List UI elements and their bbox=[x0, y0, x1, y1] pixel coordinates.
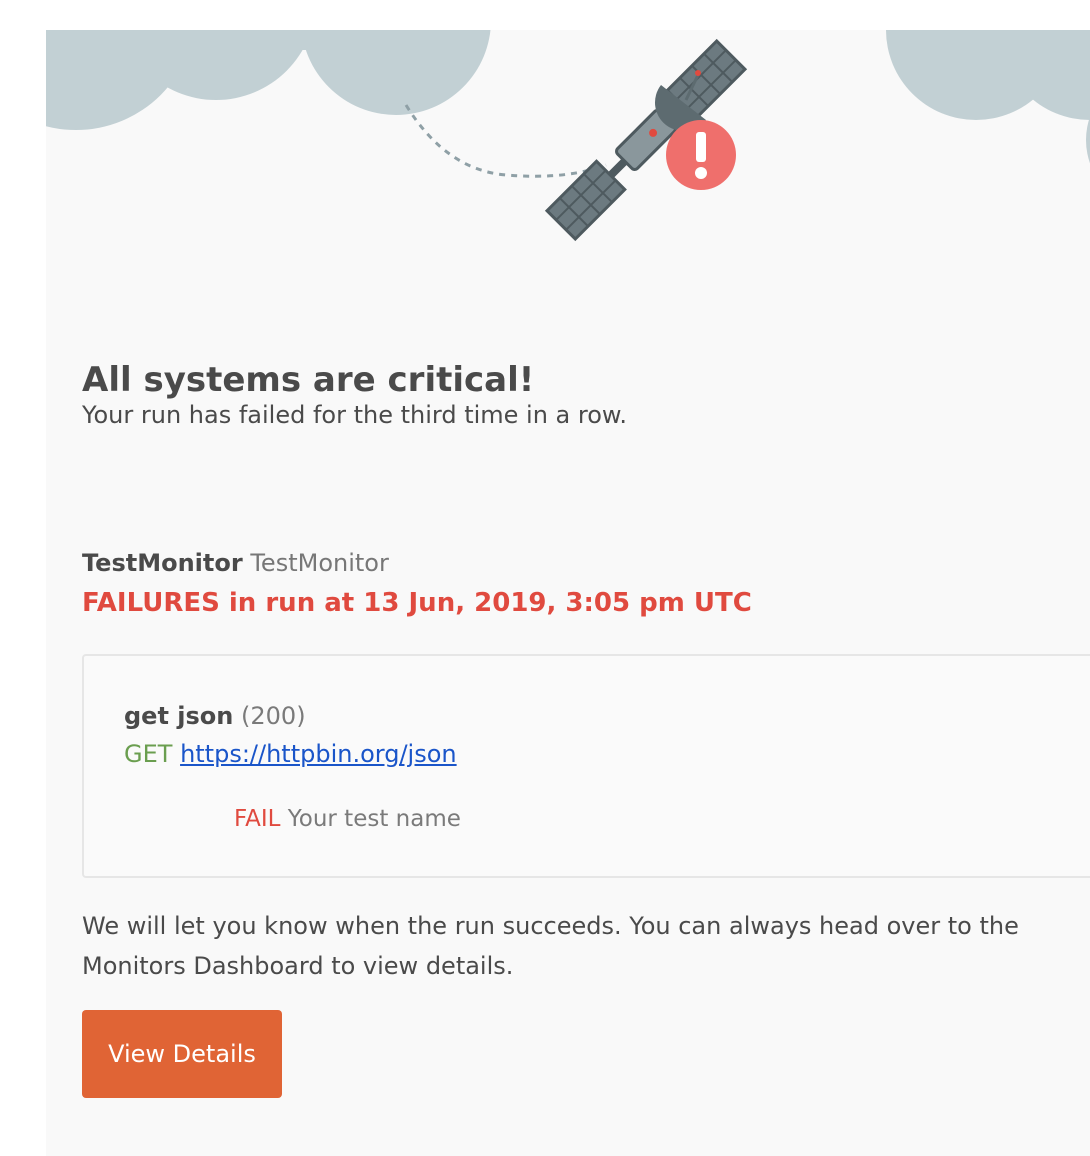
orbit-path bbox=[404, 104, 607, 178]
assertion-name: Your test name bbox=[287, 806, 461, 832]
alert-subline: Your run has failed for the third time i… bbox=[82, 401, 627, 429]
monitor-name: TestMonitor bbox=[82, 549, 243, 577]
request-status-code: (200) bbox=[241, 702, 306, 730]
footer-line-1: We will let you know when the run succee… bbox=[82, 912, 1019, 940]
request-result-card: get json (200) GET https://httpbin.org/j… bbox=[82, 654, 1090, 878]
request-name: get json bbox=[124, 702, 234, 730]
footer-message: We will let you know when the run succee… bbox=[82, 906, 1090, 986]
request-line: GET https://httpbin.org/json bbox=[124, 736, 457, 772]
alert-badge-icon bbox=[666, 120, 736, 190]
request-title: get json (200) bbox=[124, 698, 306, 734]
failures-heading: FAILURES in run at 13 Jun, 2019, 3:05 pm… bbox=[82, 588, 752, 618]
assertion-row: FAIL Your test name bbox=[234, 801, 461, 837]
request-method: GET bbox=[124, 740, 173, 768]
cloud-right bbox=[886, 30, 1090, 164]
cloud-left bbox=[46, 30, 491, 130]
email-body: All systems are critical! Your run has f… bbox=[46, 30, 1090, 1156]
hero-illustration bbox=[46, 30, 1090, 242]
footer-line-2: Monitors Dashboard to view details. bbox=[82, 952, 514, 980]
monitor-title: TestMonitor TestMonitor bbox=[82, 545, 389, 581]
alert-headline: All systems are critical! bbox=[82, 360, 535, 400]
view-details-button[interactable]: View Details bbox=[82, 1010, 282, 1098]
assertion-status: FAIL bbox=[234, 806, 281, 832]
message-content: All systems are critical! Your run has f… bbox=[82, 360, 1090, 1098]
request-url-link[interactable]: https://httpbin.org/json bbox=[180, 740, 457, 768]
monitor-collection: TestMonitor bbox=[250, 549, 389, 577]
